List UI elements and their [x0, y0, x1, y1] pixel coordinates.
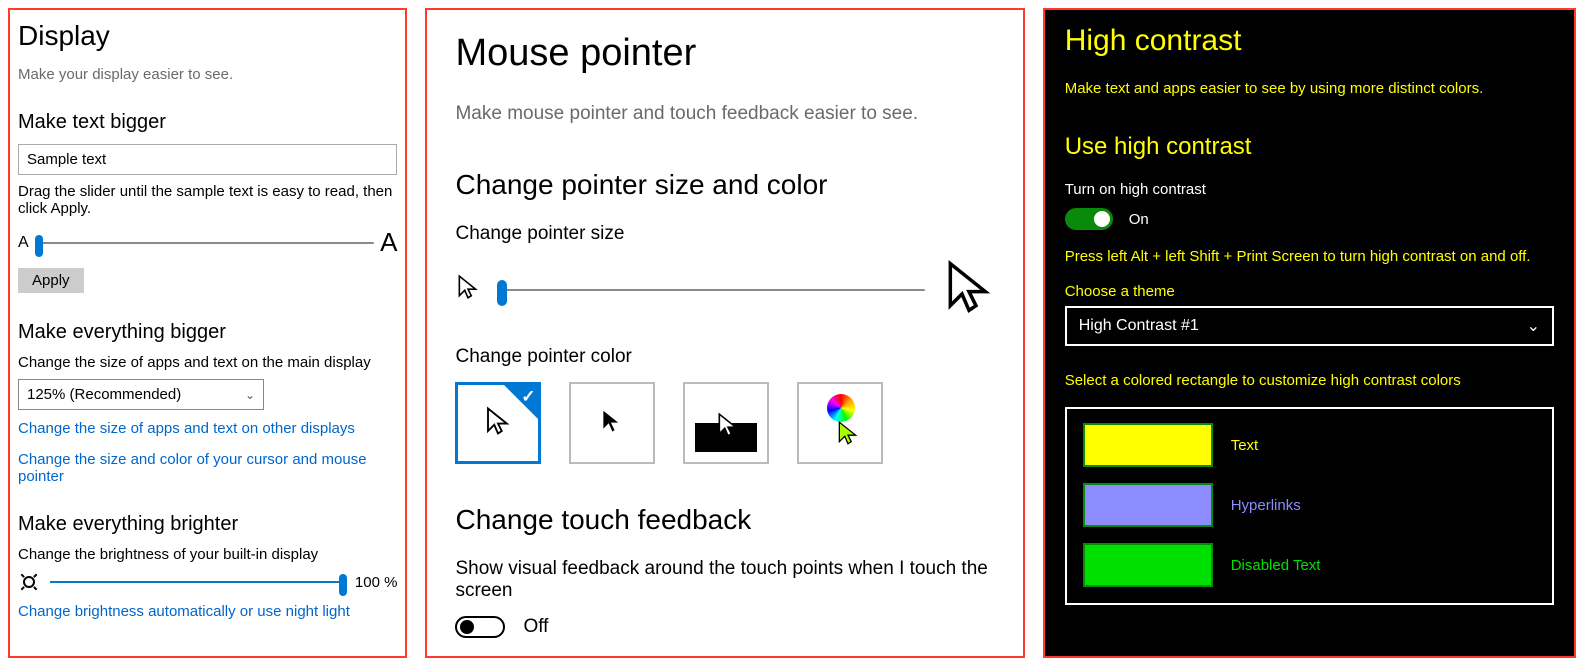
brightness-icon	[18, 571, 40, 593]
apply-button[interactable]: Apply	[18, 268, 84, 293]
cursor-icon	[835, 420, 861, 451]
theme-dropdown[interactable]: High Contrast #1 ⌄	[1065, 306, 1554, 346]
make-text-bigger-heading: Make text bigger	[18, 111, 397, 134]
large-cursor-icon	[941, 259, 997, 320]
big-a-icon: A	[380, 227, 397, 258]
make-brighter-heading: Make everything brighter	[18, 513, 397, 536]
swatch-row: Disabled Text	[1083, 543, 1536, 587]
shortcut-hint: Press left Alt + left Shift + Print Scre…	[1065, 248, 1554, 265]
swatch-hyperlinks[interactable]	[1083, 483, 1213, 527]
touch-feedback-state: Off	[523, 616, 548, 638]
page-title: Display	[18, 20, 397, 52]
page-subtitle: Make mouse pointer and touch feedback ea…	[455, 103, 996, 125]
link-night-light[interactable]: Change brightness automatically or use n…	[18, 603, 397, 620]
scale-dropdown[interactable]: 125% (Recommended) ⌄	[18, 379, 264, 410]
brightness-value: 100 %	[355, 574, 398, 591]
high-contrast-panel: High contrast Make text and apps easier …	[1043, 8, 1576, 658]
theme-dropdown-value: High Contrast #1	[1079, 317, 1199, 335]
pointer-color-black[interactable]	[569, 382, 655, 464]
link-other-displays[interactable]: Change the size of apps and text on othe…	[18, 420, 397, 437]
page-subtitle: Make your display easier to see.	[18, 66, 397, 83]
scale-note: Change the size of apps and text on the …	[18, 354, 397, 371]
small-a-icon: A	[18, 234, 29, 252]
text-size-instructions: Drag the slider until the sample text is…	[18, 183, 397, 217]
pointer-size-color-heading: Change pointer size and color	[455, 169, 996, 201]
touch-feedback-heading: Change touch feedback	[455, 504, 996, 536]
swatch-disabled-text[interactable]	[1083, 543, 1213, 587]
swatch-text[interactable]	[1083, 423, 1213, 467]
text-size-slider[interactable]	[35, 242, 374, 244]
sample-text-preview: Sample text	[18, 144, 397, 175]
touch-feedback-toggle[interactable]	[455, 616, 505, 638]
swatch-label: Hyperlinks	[1231, 497, 1301, 514]
use-high-contrast-heading: Use high contrast	[1065, 133, 1554, 161]
theme-label: Choose a theme	[1065, 283, 1554, 300]
swatch-row: Hyperlinks	[1083, 483, 1536, 527]
link-cursor-settings[interactable]: Change the size and color of your cursor…	[18, 451, 397, 485]
pointer-size-slider[interactable]	[497, 289, 924, 291]
page-title: High contrast	[1065, 24, 1554, 58]
color-wheel-icon	[827, 394, 855, 422]
swatch-row: Text	[1083, 423, 1536, 467]
make-everything-bigger-heading: Make everything bigger	[18, 321, 397, 344]
small-cursor-icon	[455, 274, 481, 305]
chevron-down-icon: ⌄	[1527, 316, 1540, 336]
high-contrast-toggle[interactable]	[1065, 208, 1113, 230]
pointer-color-white[interactable]	[455, 382, 541, 464]
touch-feedback-text: Show visual feedback around the touch po…	[455, 558, 996, 602]
brightness-note: Change the brightness of your built-in d…	[18, 546, 397, 563]
turn-on-label: Turn on high contrast	[1065, 181, 1554, 198]
display-settings-panel: Display Make your display easier to see.…	[8, 8, 407, 658]
pointer-color-label: Change pointer color	[455, 346, 996, 368]
high-contrast-state: On	[1129, 211, 1149, 228]
swatch-label: Disabled Text	[1231, 557, 1321, 574]
cursor-icon	[598, 407, 626, 440]
brightness-slider[interactable]	[50, 581, 345, 583]
chevron-down-icon: ⌄	[245, 388, 255, 402]
customize-hint: Select a colored rectangle to customize …	[1065, 372, 1554, 389]
cursor-icon	[715, 412, 741, 443]
color-swatch-box: Text Hyperlinks Disabled Text	[1065, 407, 1554, 605]
page-title: Mouse pointer	[455, 32, 996, 75]
pointer-color-custom[interactable]	[797, 382, 883, 464]
pointer-size-label: Change pointer size	[455, 223, 996, 245]
pointer-color-inverted[interactable]	[683, 382, 769, 464]
mouse-pointer-panel: Mouse pointer Make mouse pointer and tou…	[425, 8, 1024, 658]
check-icon	[504, 385, 538, 419]
page-subtitle: Make text and apps easier to see by usin…	[1065, 80, 1554, 97]
scale-dropdown-value: 125% (Recommended)	[27, 386, 181, 403]
swatch-label: Text	[1231, 437, 1259, 454]
